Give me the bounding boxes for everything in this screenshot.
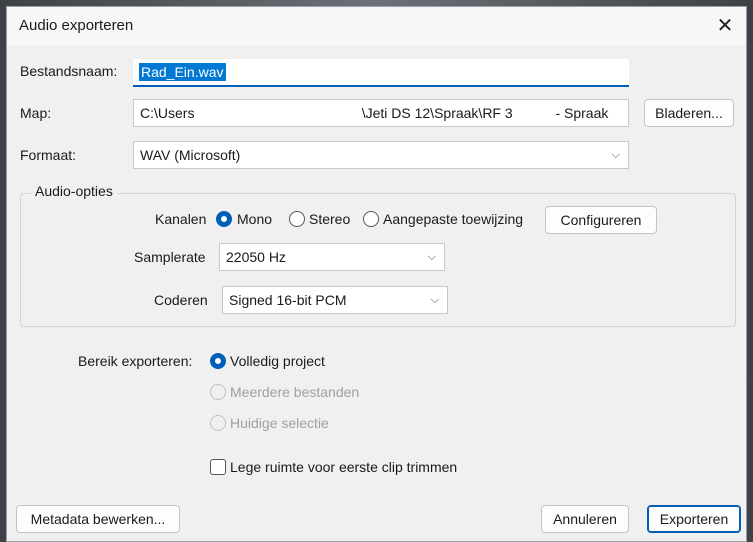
chevron-down-icon: ⌵ [430,294,439,306]
range-multiple-files-label: Meerdere bestanden [230,384,360,400]
filename-label: Bestandsnaam: [20,63,118,79]
configure-button[interactable]: Configureren [545,206,657,234]
export-button[interactable]: Exporteren [647,505,741,533]
filename-input[interactable]: Rad_Ein.wav [133,59,629,87]
cancel-button[interactable]: Annuleren [541,505,629,533]
samplerate-select[interactable]: 22050 Hz ⌵ [219,243,445,271]
format-value: WAV (Microsoft) [140,147,241,163]
title-bar: Audio exporteren ✕ [7,7,746,45]
chevron-down-icon: ⌵ [611,149,620,161]
audio-options-title: Audio-opties [31,183,117,199]
channel-stereo-radio[interactable] [289,211,305,227]
samplerate-label: Samplerate [134,249,206,265]
folder-label: Map: [20,105,52,121]
range-multiple-files-radio[interactable] [210,384,226,400]
trim-checkbox-label: Lege ruimte voor eerste clip trimmen [230,459,458,475]
channel-custom-label: Aangepaste toewijzing [383,211,524,227]
export-range-label: Bereik exporteren: [78,353,193,369]
filename-value: Rad_Ein.wav [139,63,226,81]
chevron-down-icon: ⌵ [427,251,436,263]
channel-mono-label: Mono [237,211,273,227]
range-full-project-radio[interactable] [210,353,226,369]
samplerate-value: 22050 Hz [226,249,286,265]
export-audio-dialog: Audio exporteren ✕ Bestandsnaam: Rad_Ein… [6,6,747,542]
folder-input[interactable]: C:\Users \Jeti DS 12\Spraak\RF 3 - Spraa… [133,99,629,127]
channels-label: Kanalen [155,211,207,227]
channel-stereo-label: Stereo [309,211,351,227]
range-selection-radio[interactable] [210,415,226,431]
format-select[interactable]: WAV (Microsoft) ⌵ [133,141,629,169]
format-label: Formaat: [20,147,77,163]
dialog-title: Audio exporteren [19,17,134,34]
encoding-value: Signed 16-bit PCM [229,292,347,308]
channel-custom-radio[interactable] [363,211,379,227]
browse-button[interactable]: Bladeren... [644,99,734,127]
encoding-select[interactable]: Signed 16-bit PCM ⌵ [222,286,448,314]
close-icon[interactable]: ✕ [710,11,740,41]
edit-metadata-button[interactable]: Metadata bewerken... [16,505,180,533]
range-selection-label: Huidige selectie [230,415,329,431]
channel-mono-radio[interactable] [216,211,232,227]
range-full-project-label: Volledig project [230,353,325,369]
encoding-label: Coderen [154,292,208,308]
trim-checkbox[interactable] [210,459,226,475]
